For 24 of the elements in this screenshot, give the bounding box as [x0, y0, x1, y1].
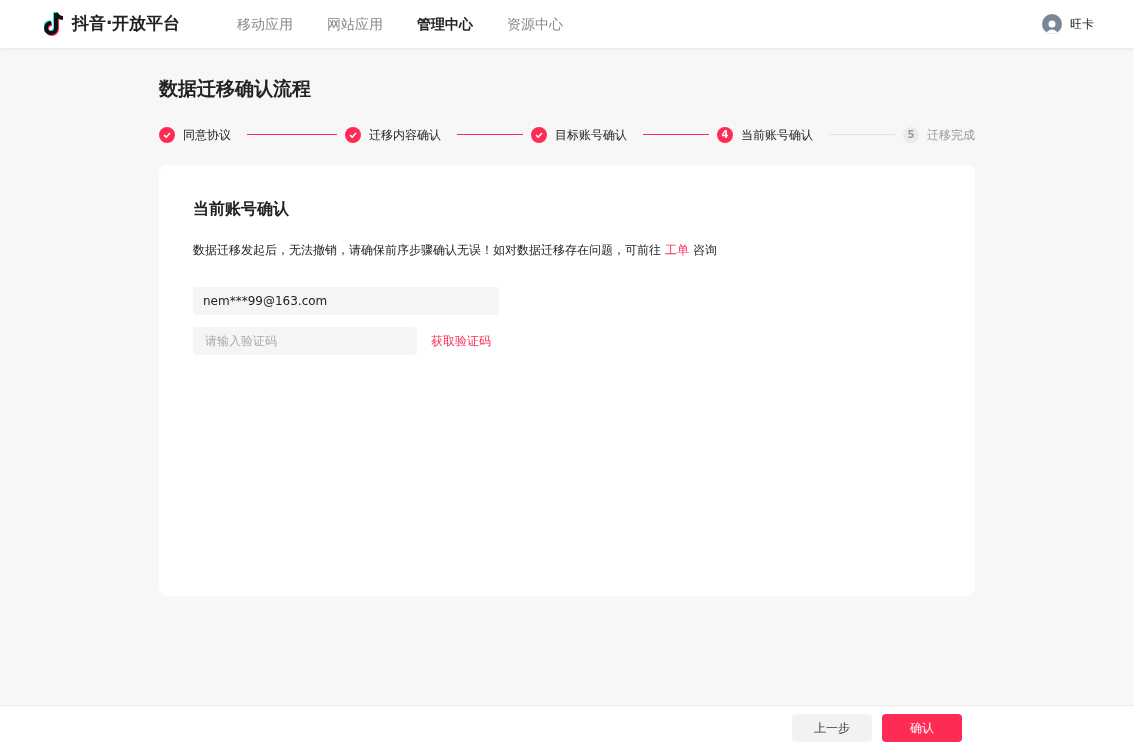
step-number: 4 [717, 126, 733, 143]
step-label: 当前账号确认 [741, 126, 813, 144]
notice-text: 数据迁移发起后，无法撤销，请确保前序步骤确认无误！如对数据迁移存在问题，可前往 工单 咨询 [193, 241, 718, 259]
nav-tab[interactable]: 资源中心 [507, 13, 563, 35]
back-button[interactable]: 上一步 [792, 714, 872, 742]
page-title: 数据迁移确认流程 [159, 76, 312, 101]
step-label: 目标账号确认 [555, 126, 627, 144]
nav-tab[interactable]: 管理中心 [417, 13, 473, 35]
ticket-link[interactable]: 工单 [664, 242, 689, 257]
music-note-logo-icon [44, 11, 66, 37]
avatar-icon[interactable] [1042, 14, 1062, 34]
confirm-button[interactable]: 确认 [882, 714, 962, 742]
nav-tab[interactable]: 网站应用 [327, 13, 383, 35]
step-number: 5 [903, 126, 919, 143]
step-label: 同意协议 [183, 126, 231, 144]
step-label: 迁移完成 [927, 126, 975, 144]
card-title: 当前账号确认 [193, 197, 290, 220]
nav-tab[interactable]: 移动应用 [237, 13, 293, 35]
logo-text: 抖音·开放平台 [72, 12, 181, 36]
code-field[interactable]: 请输入验证码 [193, 326, 417, 355]
account-field[interactable]: nem***99@163.com [193, 286, 499, 315]
user-name[interactable]: 旺卡 [1070, 15, 1094, 33]
get-code-link[interactable]: 获取验证码 [431, 331, 491, 350]
step-label: 迁移内容确认 [369, 126, 441, 144]
